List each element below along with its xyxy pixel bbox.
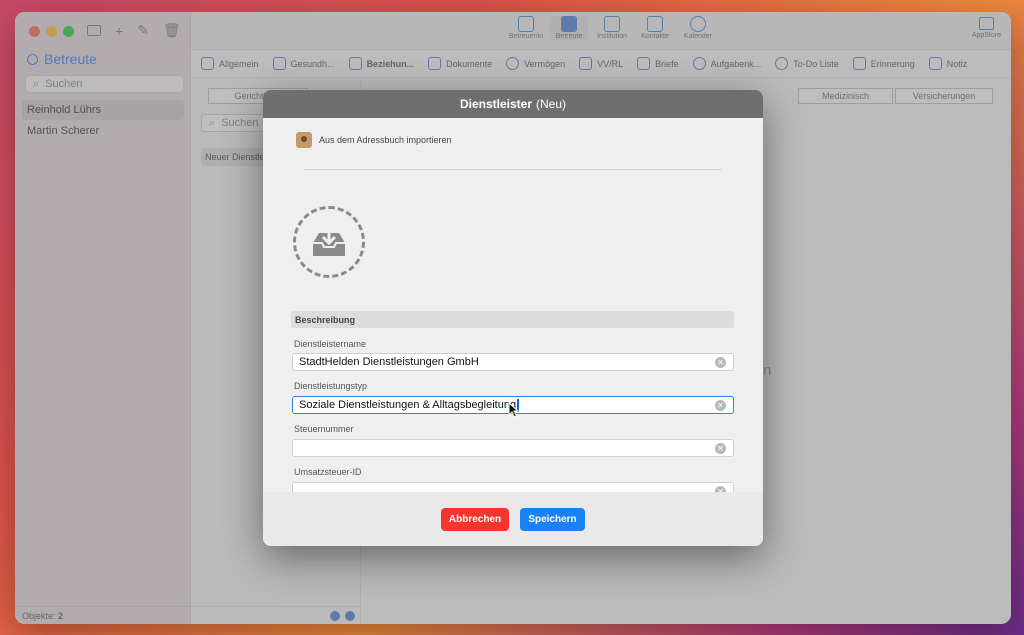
- dienstleister-dialog: Dienstleister (Neu) Aus dem Adressbuch i…: [263, 90, 763, 546]
- name-field[interactable]: StadtHelden Dienstleistungen GmbH ✕: [292, 353, 734, 371]
- tray-download-icon: [313, 227, 345, 256]
- clear-icon[interactable]: ✕: [715, 400, 726, 411]
- image-drop-zone[interactable]: [293, 206, 365, 278]
- tax-field-label: Steuernummer: [294, 424, 354, 434]
- name-field-value: StadtHelden Dienstleistungen GmbH: [299, 356, 479, 368]
- dialog-footer: Abbrechen Speichern: [263, 492, 763, 546]
- vat-id-field[interactable]: ✕: [292, 482, 734, 492]
- section-label: Beschreibung: [295, 314, 356, 325]
- type-field-label: Dienstleistungstyp: [294, 381, 368, 391]
- dialog-title: Dienstleister: [459, 97, 532, 111]
- tax-number-field[interactable]: ✕: [292, 439, 734, 457]
- dialog-body: Aus dem Adressbuch importieren Beschreib…: [263, 118, 763, 492]
- name-field-label: Dienstleistername: [294, 339, 367, 349]
- dialog-title-suffix: (Neu): [536, 97, 567, 111]
- type-field-value: Soziale Dienstleistungen & Alltagsbeglei…: [299, 399, 517, 411]
- import-label: Aus dem Adressbuch importieren: [319, 135, 452, 145]
- clear-icon[interactable]: ✕: [715, 357, 726, 368]
- cancel-button[interactable]: Abbrechen: [441, 507, 509, 531]
- addressbook-icon: [296, 132, 312, 148]
- divider: [304, 169, 722, 170]
- save-button[interactable]: Speichern: [520, 507, 585, 531]
- section-header: Beschreibung: [291, 311, 734, 328]
- vat-field-label: Umsatzsteuer-ID: [294, 467, 362, 477]
- mouse-cursor-icon: [508, 402, 519, 418]
- import-addressbook-button[interactable]: Aus dem Adressbuch importieren: [296, 132, 452, 148]
- clear-icon[interactable]: ✕: [715, 443, 726, 454]
- dialog-header: Dienstleister (Neu): [263, 90, 763, 118]
